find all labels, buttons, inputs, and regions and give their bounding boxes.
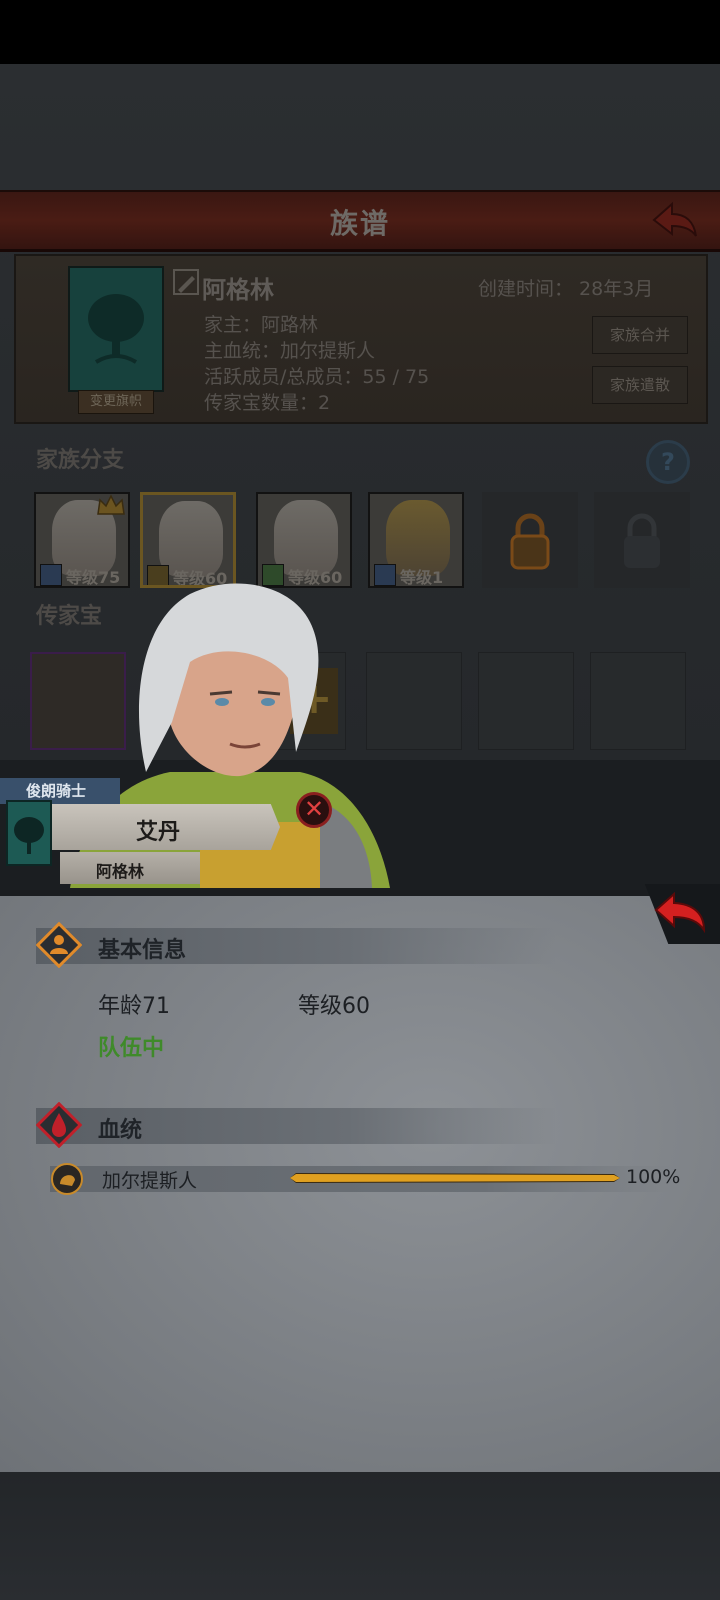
character-name: 艾丹 xyxy=(136,820,181,845)
blood-drop-icon xyxy=(36,1102,82,1148)
basic-info-label: 基本信息 xyxy=(98,938,187,963)
change-banner-button[interactable]: 变更旗帜 xyxy=(78,390,154,414)
back-arrow-icon[interactable] xyxy=(650,890,710,934)
team-status: 队伍中 xyxy=(98,1036,165,1061)
family-name: 阿格林 xyxy=(202,276,274,304)
family-bloodline: 主血统：加尔提斯人 xyxy=(204,340,376,362)
bloodline-percent: 100% xyxy=(626,1166,681,1188)
family-members: 活跃成员/总成员：55 / 75 xyxy=(204,366,430,388)
family-merge-button[interactable]: 家族合并 xyxy=(592,316,688,354)
heirloom-count: 传家宝数量：2 xyxy=(204,392,331,414)
branch-level: 等级1 xyxy=(400,568,444,587)
character-banner xyxy=(6,800,52,866)
age-stat: 年龄71 xyxy=(98,994,170,1019)
bottom-area xyxy=(0,1472,720,1600)
heirloom-slot[interactable] xyxy=(590,652,686,750)
bloodline-label: 血统 xyxy=(98,1118,143,1143)
edit-icon[interactable] xyxy=(172,268,200,296)
lock-icon xyxy=(624,513,660,568)
family-banner[interactable] xyxy=(68,266,164,392)
character-family: 阿格林 xyxy=(96,862,145,881)
lock-icon xyxy=(510,513,550,570)
level-stat: 等级60 xyxy=(298,994,370,1019)
tree-icon xyxy=(14,817,44,854)
status-bar xyxy=(0,0,720,64)
branch-slot[interactable]: 等级1 xyxy=(368,492,464,588)
person-icon xyxy=(36,922,82,968)
branch-slot[interactable]: 等级60 xyxy=(140,492,236,588)
family-disband-button[interactable]: 家族遣散 xyxy=(592,366,688,404)
bloodline-progress-bar xyxy=(290,1173,620,1183)
branch-slot[interactable]: 等级60 xyxy=(256,492,352,588)
help-icon[interactable]: ? xyxy=(646,440,690,484)
page-title: 族谱 xyxy=(329,207,390,240)
heirloom-slot[interactable] xyxy=(478,652,574,750)
crown-icon xyxy=(97,494,125,515)
close-icon[interactable]: ✕ xyxy=(296,792,332,828)
back-arrow-icon[interactable] xyxy=(650,200,700,240)
tree-icon xyxy=(88,294,144,364)
lion-emblem-icon xyxy=(51,1163,83,1195)
bloodline-name: 加尔提斯人 xyxy=(102,1170,198,1192)
family-head: 家主：阿路林 xyxy=(204,314,319,336)
branches-title: 家族分支 xyxy=(36,448,125,473)
created-time: 创建时间： 28年3月 xyxy=(478,278,654,300)
sword-class-icon xyxy=(40,564,62,586)
